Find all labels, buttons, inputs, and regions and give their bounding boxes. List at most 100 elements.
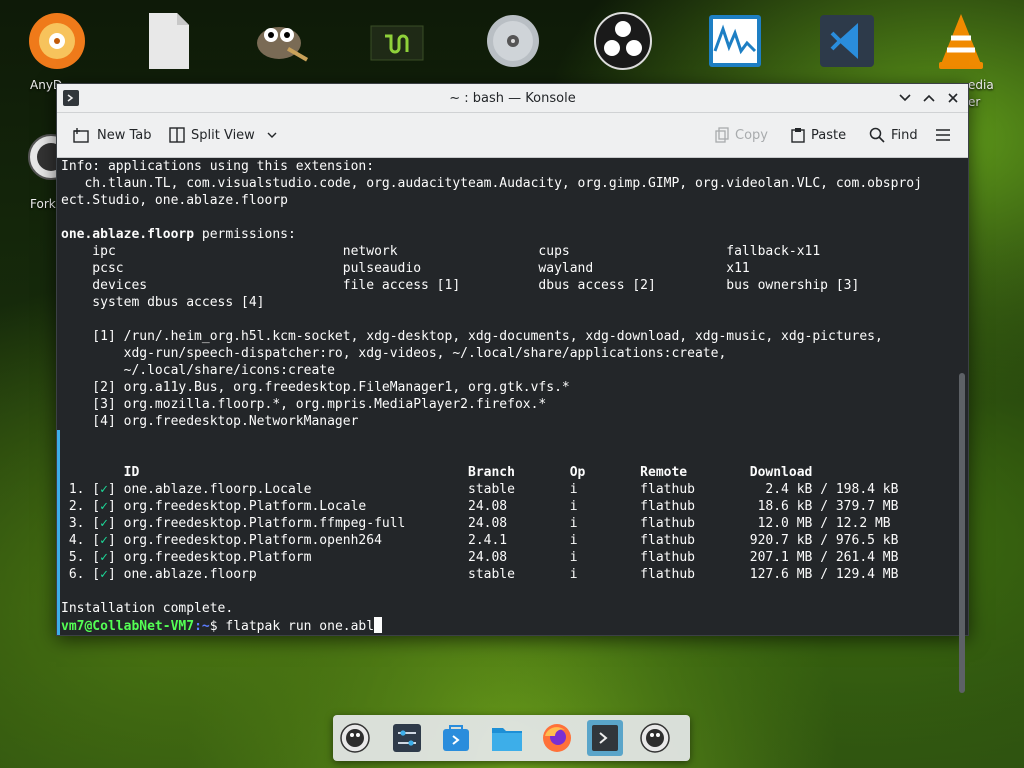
prompt-path: :~ (194, 619, 210, 634)
check-icon: ✓ (100, 533, 108, 548)
terminal-output[interactable]: Info: applications using this extension:… (57, 158, 956, 635)
toolbar: New Tab Split View Copy Paste Find (57, 113, 968, 158)
split-view-button[interactable]: Split View (169, 121, 277, 149)
terminal-line: xdg-run/speech-dispatcher:ro, xdg-videos… (61, 346, 727, 361)
terminal-line: [4] org.freedesktop.NetworkManager (61, 414, 359, 429)
app-launcher-icon (340, 723, 370, 753)
close-icon (948, 93, 958, 103)
disc-icon[interactable] (478, 6, 548, 76)
anydesk-icon[interactable] (22, 6, 92, 76)
taskbar-discover[interactable] (439, 720, 475, 756)
chevron-down-icon (267, 132, 277, 138)
gimp-icon[interactable] (246, 6, 316, 76)
folder-icon (492, 728, 522, 751)
vscode-icon[interactable] (812, 6, 882, 76)
check-icon: ✓ (100, 550, 108, 565)
taskbar (333, 715, 690, 761)
konsole-window: ~ : bash — Konsole New Tab Split View Co… (56, 83, 969, 693)
paste-label: Paste (811, 127, 847, 143)
menu-button[interactable] (935, 121, 951, 149)
terminal-line: ch.tlaun.TL, com.visualstudio.code, org.… (61, 176, 922, 191)
table-row: 3. [✓] org.freedesktop.Platform.ffmpeg-f… (61, 516, 891, 531)
table-row: 5. [✓] org.freedesktop.Platform 24.08 i … (61, 550, 899, 565)
window-title: ~ : bash — Konsole (449, 90, 576, 106)
taskbar-app-7[interactable] (637, 720, 673, 756)
taskbar-system-settings[interactable] (389, 720, 425, 756)
waveform-icon[interactable] (700, 6, 770, 76)
check-icon: ✓ (100, 516, 108, 531)
vlc-icon[interactable] (926, 6, 996, 76)
taskbar-konsole[interactable] (587, 720, 623, 756)
terminal-line: [3] org.mozilla.floorp.*, org.mpris.Medi… (61, 397, 547, 412)
split-view-label: Split View (191, 127, 255, 143)
terminal-line: one.ablaze.floorp permissions: (61, 227, 296, 242)
prompt-line: vm7@CollabNet-VM7:~$ flatpak run one.abl (61, 617, 956, 635)
app-id-bold: one.ablaze.floorp (61, 227, 195, 242)
firefox-icon (543, 724, 571, 752)
copy-label: Copy (735, 127, 768, 143)
scrollbar-thumb[interactable] (959, 373, 965, 693)
maximize-button[interactable] (919, 88, 939, 108)
file-icon[interactable] (134, 6, 204, 76)
taskbar-app-1[interactable] (337, 720, 373, 756)
terminal-text: Info: applications using this extension:… (61, 158, 956, 464)
taskbar-file-manager[interactable] (489, 720, 525, 756)
terminal-line: Info: applications using this extension: (61, 159, 375, 174)
chevron-up-icon (923, 94, 935, 102)
table-row: 4. [✓] org.freedesktop.Platform.openh264… (61, 533, 899, 548)
new-tab-icon (73, 128, 89, 143)
terminal-line: ~/.local/share/icons:create (61, 363, 335, 378)
terminal-line: [2] org.a11y.Bus, org.freedesktop.FileMa… (61, 380, 570, 395)
settings-sliders-icon (393, 724, 421, 752)
new-tab-label: New Tab (97, 127, 152, 143)
fork-label: Fork (30, 197, 56, 211)
search-icon (869, 127, 885, 143)
check-icon: ✓ (100, 499, 108, 514)
taskbar-firefox[interactable] (539, 720, 575, 756)
terminal-line: ipc network cups fallback-x11 (61, 244, 821, 259)
prompt-symbol: $ (209, 619, 218, 634)
minimize-button[interactable] (895, 88, 915, 108)
terminal-line: [1] /run/.heim_org.h5l.kcm-socket, xdg-d… (61, 329, 883, 344)
table-row: 6. [✓] one.ablaze.floorp stable i flathu… (61, 567, 899, 582)
install-complete-line: Installation complete. (61, 601, 234, 616)
command-input[interactable]: flatpak run one.abl (218, 619, 374, 634)
terminal-line: system dbus access [4] (61, 295, 265, 310)
prompt-user: vm7@CollabNet-VM7 (61, 619, 195, 634)
discover-icon (443, 725, 469, 751)
app-launcher-icon (640, 723, 670, 753)
linux-mint-icon[interactable] (362, 6, 432, 76)
new-tab-button[interactable]: New Tab (73, 121, 152, 149)
vlc-label-line2: er (968, 95, 981, 109)
terminal-line: devices file access [1] dbus access [2] … (61, 278, 860, 293)
terminal-line: ect.Studio, one.ablaze.floorp (61, 193, 288, 208)
scrollbar[interactable] (956, 158, 968, 693)
check-icon: ✓ (100, 567, 108, 582)
title-bar[interactable]: ~ : bash — Konsole (57, 84, 968, 113)
text-cursor (374, 617, 383, 633)
table-row: 1. [✓] one.ablaze.floorp.Locale stable i… (61, 482, 899, 497)
paste-icon (791, 128, 805, 143)
konsole-app-icon (63, 90, 79, 106)
copy-button[interactable]: Copy (715, 121, 768, 149)
close-button[interactable] (943, 88, 963, 108)
table-row: 2. [✓] org.freedesktop.Platform.Locale 2… (61, 499, 899, 514)
terminal-line: pcsc pulseaudio wayland x11 (61, 261, 750, 276)
vlc-label: edia (968, 78, 994, 92)
find-label: Find (891, 127, 918, 143)
obs-icon[interactable] (588, 6, 658, 76)
terminal-icon (592, 725, 618, 751)
copy-icon (715, 127, 729, 143)
check-icon: ✓ (100, 482, 108, 497)
hamburger-menu-icon (936, 129, 950, 141)
table-header: ID Branch Op Remote Download (61, 465, 813, 480)
chevron-down-icon (899, 94, 911, 102)
split-view-icon (169, 127, 185, 143)
paste-button[interactable]: Paste (791, 121, 846, 149)
find-button[interactable]: Find (869, 121, 918, 149)
terminal-table: ID Branch Op Remote Download 1. [✓] one.… (61, 464, 956, 583)
